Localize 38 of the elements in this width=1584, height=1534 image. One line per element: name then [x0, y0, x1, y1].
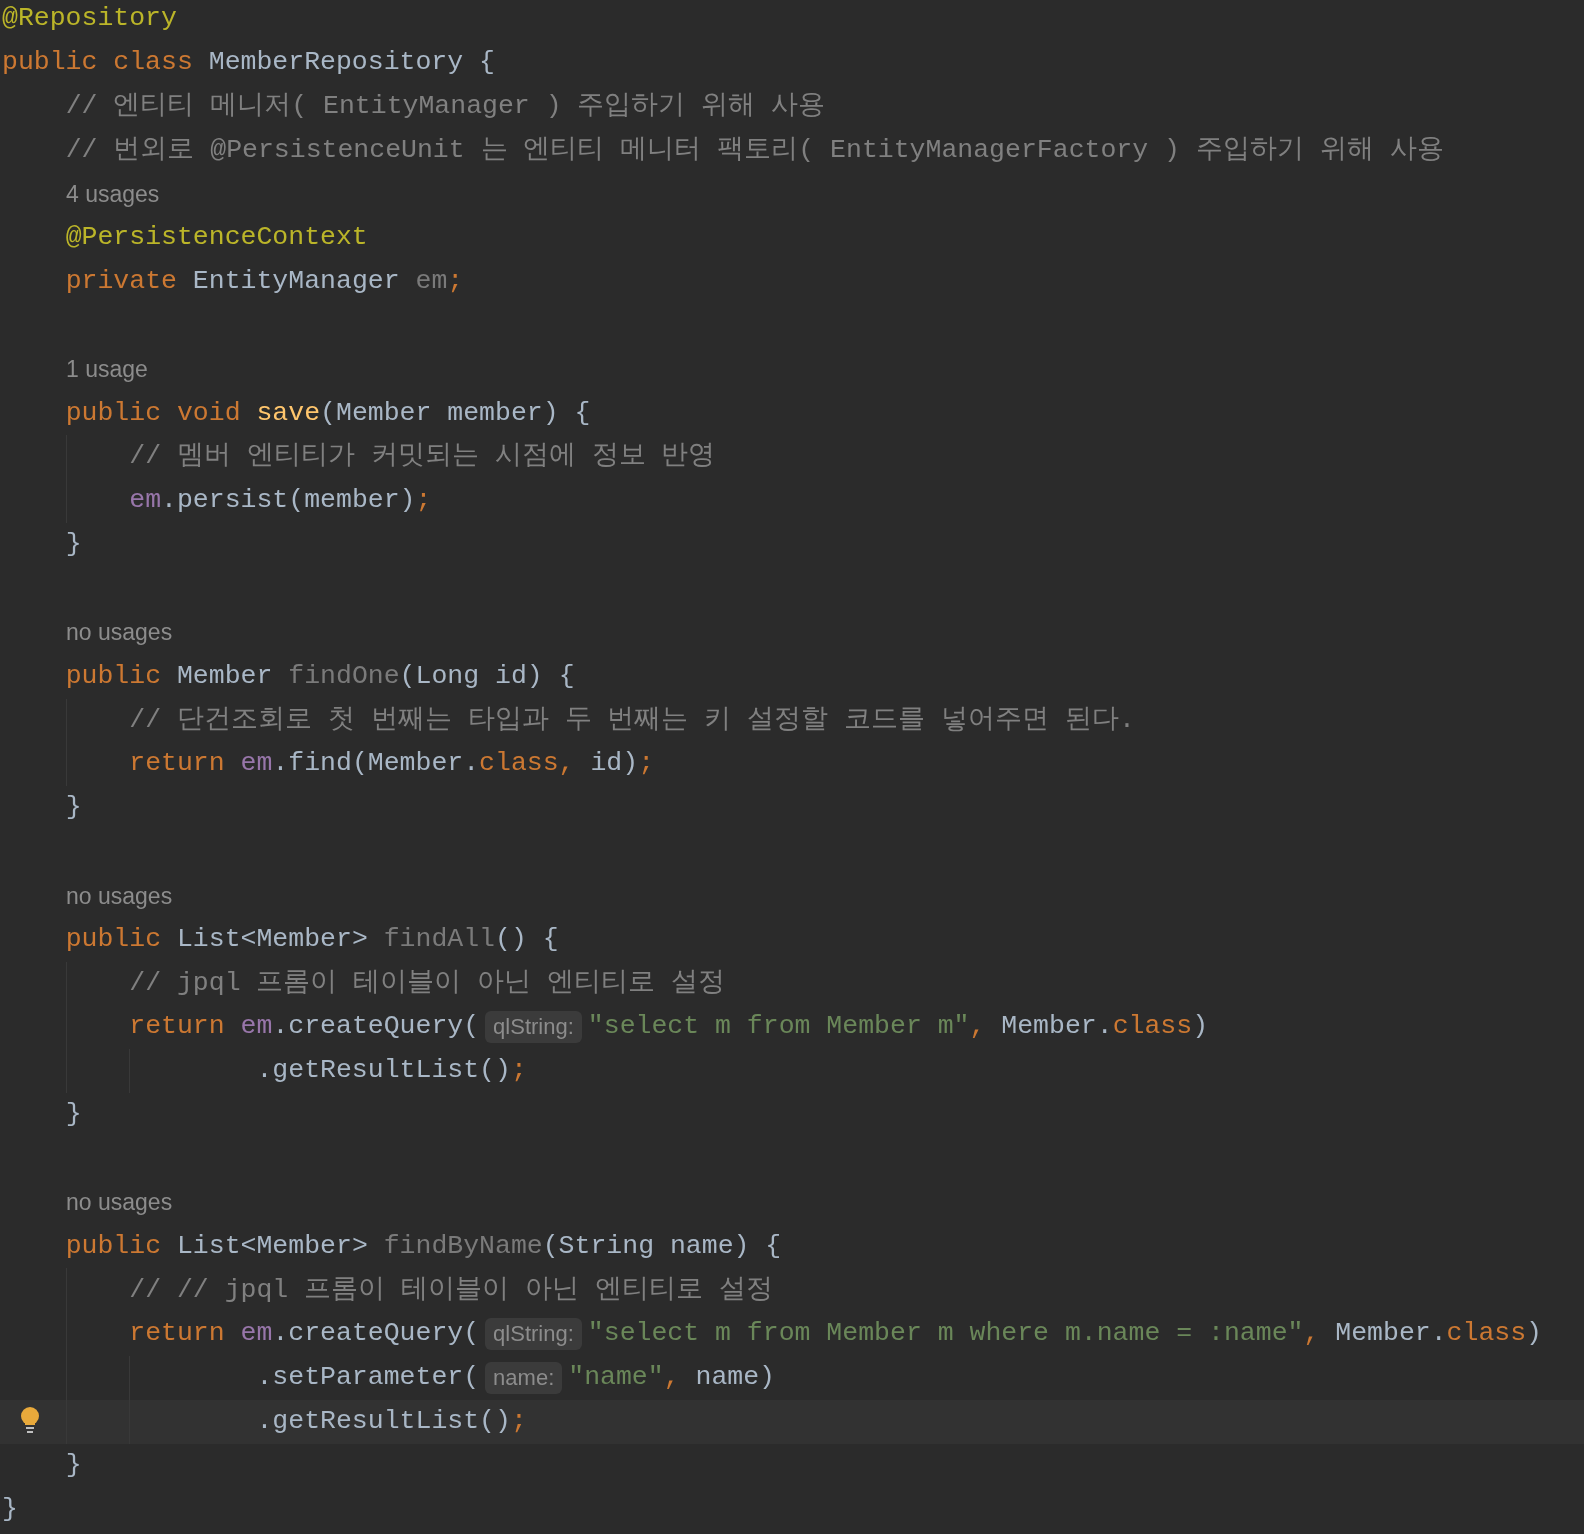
code-text: }: [65, 1098, 82, 1132]
code-text: public List<Member> findByName(String name) {: [65, 1229, 782, 1263]
code-text: "name", name): [568, 1361, 775, 1395]
code-text: "select m from Member m", Member.class): [587, 1010, 1209, 1044]
code-text: // 단건조회로 첫 번째는 타입과 두 번째는 키 설정할 코드를 넣어주면 된다.: [129, 703, 1135, 737]
code-text: }: [2, 1492, 18, 1526]
code-text: // 번외로 @PersistenceUnit 는 엔티티 메니터 팩토리( EntityManagerFactory ) 주입하기 위해 사용: [65, 133, 1444, 167]
code-text: // 멤버 엔티티가 커밋되는 시점에 정보 반영: [129, 440, 716, 474]
usages-hint[interactable]: 4 usages: [66, 177, 160, 212]
usages-hint[interactable]: no usages: [66, 878, 173, 914]
code-text: private EntityManager em;: [65, 265, 464, 299]
parameter-hint: qlString:: [485, 1318, 582, 1351]
code-text: public Member findOne(Long id) {: [65, 659, 575, 693]
code-text: .setParameter(: [256, 1361, 480, 1395]
code-text: return em.createQuery(: [129, 1010, 480, 1044]
code-text: // // jpql 프롬이 테이블이 아닌 엔티티로 설정: [129, 1273, 773, 1307]
code-text: em.persist(member);: [129, 484, 432, 518]
code-text: @PersistenceContext: [65, 221, 368, 255]
code-text: // jpql 프롬이 테이블이 아닌 엔티티로 설정: [129, 966, 726, 1000]
parameter-hint: name:: [485, 1362, 563, 1395]
code-text: return em.find(Member.class, id);: [129, 747, 655, 781]
code-text: .getResultList();: [256, 1054, 527, 1088]
usages-hint[interactable]: 1 usage: [66, 352, 148, 387]
parameter-hint: qlString:: [485, 1011, 582, 1044]
code-text: // 엔티티 메니저( EntityManager ) 주입하기 위해 사용: [65, 89, 826, 123]
code-text: public List<Member> findAll() {: [65, 922, 559, 956]
code-text: .getResultList();: [256, 1405, 527, 1439]
code-text: public void save(Member member) {: [65, 396, 591, 430]
lightbulb-icon[interactable]: [20, 1406, 40, 1434]
code-text: }: [65, 1448, 82, 1482]
code-text: return em.createQuery(: [129, 1317, 480, 1351]
code-text: public class MemberRepository {: [2, 45, 495, 79]
code-text: }: [65, 528, 82, 562]
usages-hint[interactable]: no usages: [66, 1185, 173, 1220]
code-text: "select m from Member m where m.name = :name", Member.class): [587, 1317, 1542, 1351]
code-text: @Repository: [2, 2, 177, 36]
usages-hint[interactable]: no usages: [66, 615, 173, 650]
code-text: }: [65, 791, 82, 825]
